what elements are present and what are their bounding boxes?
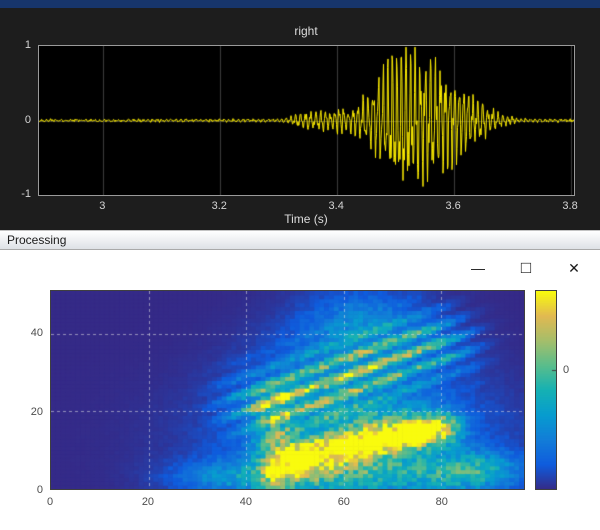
processing-title-text: Processing bbox=[7, 233, 67, 247]
window-controls: — □ ✕ bbox=[462, 255, 590, 281]
waveform-xtick-label: 3.4 bbox=[328, 200, 344, 212]
waveform-ytick-label: 0 bbox=[24, 113, 31, 126]
spectrogram-plot[interactable] bbox=[50, 290, 525, 490]
maximize-icon[interactable]: □ bbox=[510, 255, 542, 281]
close-icon[interactable]: ✕ bbox=[558, 255, 590, 281]
waveform-xtick-label: 3.2 bbox=[211, 200, 227, 212]
screen: right Time (s) 3 3.2 3.4 3.6 3.8 1 0 -1 Process… bbox=[0, 0, 600, 530]
spectrogram-canvas bbox=[51, 291, 524, 489]
time-axis-label: Time (s) bbox=[284, 212, 328, 226]
spectrogram-ytick-label: 0 bbox=[36, 484, 43, 496]
waveform-xtick-label: 3.6 bbox=[445, 200, 461, 212]
spectrogram-xtick-label: 20 bbox=[141, 496, 155, 508]
spectrogram-ytick-label: 40 bbox=[30, 327, 43, 340]
waveform-xtick-label: 3 bbox=[99, 200, 106, 212]
waveform-title: right bbox=[294, 24, 318, 38]
colorbar-canvas bbox=[536, 291, 556, 489]
spectrogram-xtick-label: 40 bbox=[239, 496, 252, 508]
waveform-plot[interactable] bbox=[38, 45, 575, 196]
spectrogram-ytick-label: 20 bbox=[30, 405, 43, 418]
waveform-xtick-label: 3.8 bbox=[562, 200, 578, 212]
colorbar bbox=[535, 290, 557, 490]
spectrogram-xtick-label: 80 bbox=[435, 496, 448, 508]
spectrogram-xtick-label: 0 bbox=[46, 496, 54, 508]
waveform-canvas bbox=[39, 46, 574, 195]
top-window-strip bbox=[0, 0, 600, 8]
minimize-icon[interactable]: — bbox=[462, 255, 494, 281]
spectrogram-xtick-label: 60 bbox=[337, 496, 350, 508]
waveform-ytick-label: 1 bbox=[24, 39, 31, 51]
colorbar-tick-label: 0 bbox=[563, 364, 570, 376]
waveform-figure: right Time (s) 3 3.2 3.4 3.6 3.8 1 0 -1 bbox=[0, 8, 600, 230]
processing-titlebar[interactable]: Processing bbox=[0, 230, 600, 250]
spectrogram-window: — □ ✕ 0 0 20 40 60 80 40 20 0 bbox=[0, 250, 600, 530]
waveform-ytick-label: -1 bbox=[21, 188, 31, 200]
